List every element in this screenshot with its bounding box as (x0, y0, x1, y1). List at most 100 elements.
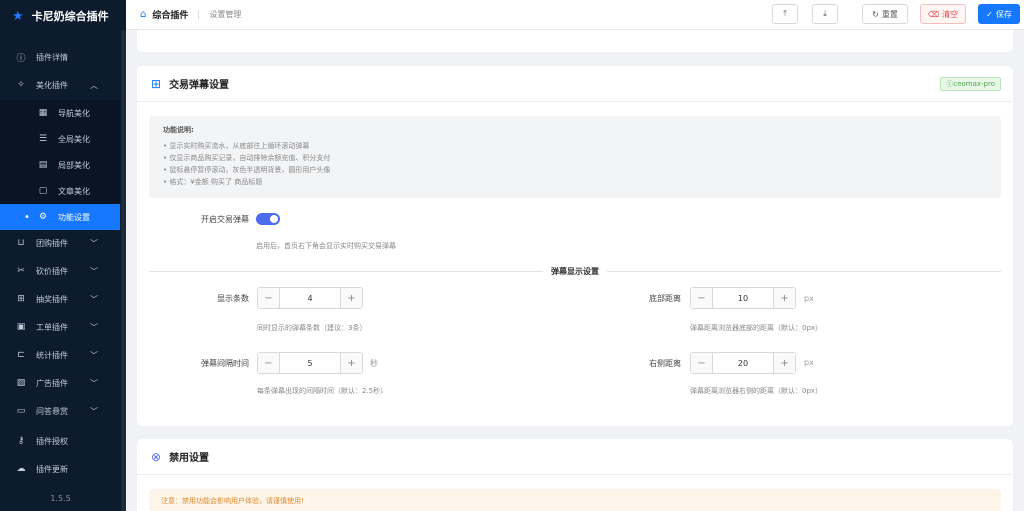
sidebar-item-nav-beautify[interactable]: ▦ 导航美化 (0, 100, 120, 126)
sidebar-scrollbar[interactable] (121, 30, 126, 511)
chevron-down-icon: ﹀ (90, 406, 98, 416)
chevron-up-icon: ︿ (90, 80, 98, 90)
ticket-icon: ▣ (16, 322, 26, 332)
clear-button[interactable]: ⌫ 清空 (920, 4, 966, 24)
sidebar-item-beautify[interactable]: ✧ 美化插件 ︿ (0, 72, 120, 98)
plus-icon[interactable]: + (773, 288, 795, 308)
right-distance-value[interactable]: 20 (713, 353, 773, 373)
sliders-icon: ☰ (38, 134, 48, 144)
chat-icon: ▭ (16, 406, 26, 416)
feature-description: 功能说明: • 显示实时购买流水，从底部往上循环滚动弹幕 • 仅显示商品购买记录… (149, 116, 1001, 198)
sidebar-item-lottery[interactable]: ⊞ 抽奖插件 ﹀ (0, 286, 120, 312)
description-line: • 显示实时购买流水，从底部往上循环滚动弹幕 (163, 142, 310, 150)
card-header: ⊗ 禁用设置 (137, 439, 1013, 475)
info-icon: ⓘ (16, 53, 26, 64)
chevron-down-icon: ﹀ (90, 378, 98, 388)
sidebar-item-ticket[interactable]: ▣ 工单插件 ﹀ (0, 314, 120, 340)
reset-icon: ↻ (872, 9, 879, 19)
export-button[interactable]: ⤓ (812, 4, 838, 24)
gift-icon: ⊞ (151, 76, 162, 91)
version-label: 1.5.5 (50, 494, 71, 503)
display-count-value[interactable]: 4 (280, 288, 340, 308)
bottom-distance-stepper[interactable]: − 10 + (690, 287, 796, 309)
enable-toggle[interactable] (256, 213, 280, 225)
sidebar-item-label: 问答悬赏 (36, 406, 68, 416)
save-button-label: 保存 (995, 9, 1012, 19)
sidebar-item-label: 工单插件 (36, 322, 68, 332)
sidebar-item-statistics[interactable]: ⊏ 统计插件 ﹀ (0, 342, 120, 368)
chevron-down-icon: ﹀ (90, 350, 98, 360)
chevron-down-icon: ﹀ (90, 238, 98, 248)
magic-icon: ✧ (17, 80, 25, 90)
minus-icon[interactable]: − (691, 288, 713, 308)
card-header: ⊞ 交易弹幕设置 (137, 66, 1013, 102)
right-distance-stepper[interactable]: − 20 + (690, 352, 796, 374)
sidebar-item-ads[interactable]: ▨ 广告插件 ﹀ (0, 370, 120, 396)
image-icon: ▨ (16, 378, 26, 388)
plus-icon[interactable]: + (340, 288, 362, 308)
interval-stepper[interactable]: − 5 + (257, 352, 363, 374)
sidebar-item-label: 插件更新 (36, 464, 68, 474)
sidebar: ★ 卡尼奶综合插件 ⓘ 插件详情 ✧ 美化插件 ︿ ▦ 导航美化 ☰ 全局美化 … (0, 0, 126, 511)
sidebar-item-license[interactable]: ⚷ 插件授权 (0, 428, 120, 454)
sidebar-item-group-buy[interactable]: ⊔ 团购插件 ﹀ (0, 230, 120, 256)
minus-icon[interactable]: − (258, 353, 280, 373)
breadcrumb-main[interactable]: 综合插件 (152, 8, 188, 21)
sidebar-item-label: 砍价插件 (36, 266, 68, 276)
description-line: • 格式：¥金额 购买了 商品标题 (163, 178, 263, 186)
cart-icon: ⊔ (17, 238, 25, 248)
interval-hint: 每条弹幕出现的间隔时间（默认：2.5秒） (257, 387, 388, 395)
save-button[interactable]: ✓ 保存 (978, 4, 1020, 24)
bottom-distance-unit: px (804, 294, 814, 303)
right-distance-label: 右侧距离 (649, 359, 681, 368)
sidebar-item-local-beautify[interactable]: ▤ 局部美化 (0, 152, 120, 178)
plus-icon[interactable]: + (340, 353, 362, 373)
check-icon: ✓ (986, 9, 993, 19)
trade-popup-card: ⊞ 交易弹幕设置 ⓒ ceomax-pro 功能说明: • 显示实时购买流水，从… (137, 66, 1013, 426)
import-button[interactable]: ⤒ (772, 4, 798, 24)
trash-icon: ⌫ (927, 9, 940, 19)
sidebar-item-label: 抽奖插件 (36, 294, 68, 304)
download-icon: ⤓ (823, 9, 827, 18)
sidebar-item-label: 团购插件 (36, 238, 68, 248)
sidebar-item-qa-bounty[interactable]: ▭ 问答悬赏 ﹀ (0, 398, 120, 424)
sidebar-item-global-beautify[interactable]: ☰ 全局美化 (0, 126, 120, 152)
cloud-icon: ☁ (16, 464, 26, 474)
description-title: 功能说明: (163, 126, 194, 134)
file-icon: ▢ (38, 186, 48, 196)
disable-settings-card: ⊗ 禁用设置 注意：禁用功能会影响用户体验，请谨慎使用! (137, 439, 1013, 511)
sidebar-item-update[interactable]: ☁ 插件更新 (0, 456, 120, 482)
chevron-down-icon: ﹀ (90, 294, 98, 304)
right-distance-unit: px (804, 358, 814, 367)
display-count-label: 显示条数 (217, 294, 249, 303)
sidebar-item-label: 文章美化 (58, 186, 90, 196)
minus-icon[interactable]: − (691, 353, 713, 373)
breadcrumb-separator (198, 9, 200, 20)
interval-label: 弹幕间隔时间 (201, 359, 249, 368)
sidebar-item-label: 局部美化 (58, 160, 90, 170)
minus-icon[interactable]: − (258, 288, 280, 308)
right-distance-hint: 弹幕距离浏览器右侧的距离（默认：0px） (690, 387, 823, 395)
reset-button[interactable]: ↻ 重置 (862, 4, 908, 24)
sidebar-item-article-beautify[interactable]: ▢ 文章美化 (0, 178, 120, 204)
card-title: 交易弹幕设置 (169, 80, 230, 91)
chevron-down-icon: ﹀ (90, 266, 98, 276)
gear-icon: ⚙ (38, 212, 48, 222)
sidebar-item-bargain[interactable]: ✂ 砍价插件 ﹀ (0, 258, 120, 284)
badge-icon: ⓒ (946, 80, 954, 88)
description-line: • 仅显示商品购买记录，自动排除余额充值、积分支付 (163, 154, 331, 162)
section-title: 弹幕显示设置 (543, 266, 607, 277)
key-icon: ⚷ (17, 436, 25, 446)
enable-label: 开启交易弹幕 (201, 215, 249, 224)
sidebar-item-plugin-details[interactable]: ⓘ 插件详情 (0, 44, 120, 70)
card-title: 禁用设置 (169, 453, 210, 464)
sidebar-item-label: 全局美化 (58, 134, 90, 144)
plus-icon[interactable]: + (773, 353, 795, 373)
table-icon: ▤ (38, 160, 48, 170)
display-count-stepper[interactable]: − 4 + (257, 287, 363, 309)
star-icon: ★ (12, 8, 24, 24)
bottom-distance-value[interactable]: 10 (713, 288, 773, 308)
interval-value[interactable]: 5 (280, 353, 340, 373)
home-icon[interactable]: ⌂ (140, 9, 146, 20)
sidebar-item-feature-settings[interactable]: • ⚙ 功能设置 (0, 204, 120, 230)
